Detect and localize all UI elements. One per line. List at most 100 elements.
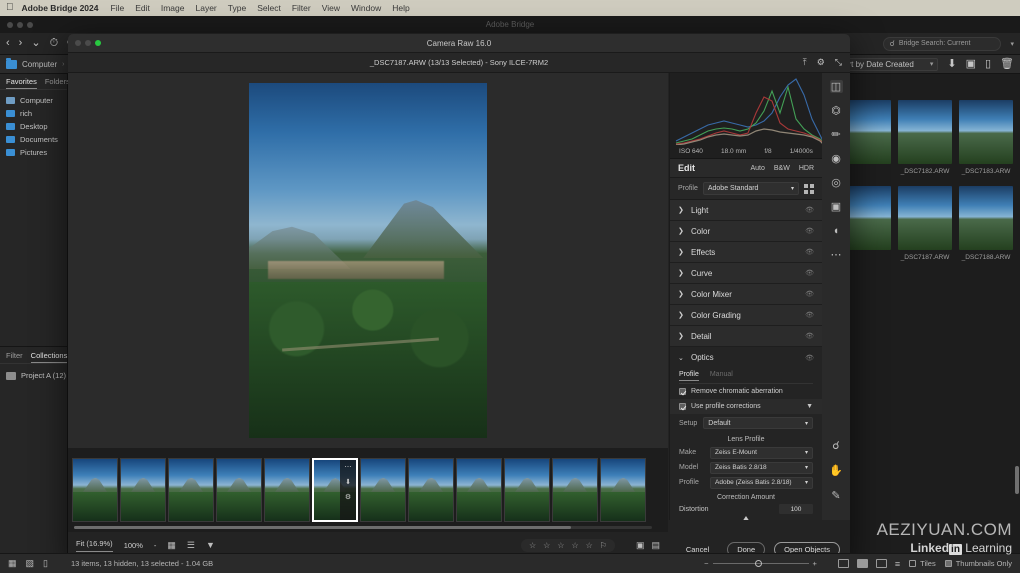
camera-import-icon[interactable]: ▣ <box>966 58 976 70</box>
filmstrip-toggle-icon[interactable]: ▦ <box>167 540 176 551</box>
publish-icon[interactable]: ▧ <box>26 558 35 569</box>
sort-icon[interactable]: ☰ <box>187 540 195 551</box>
grid-thumbnail[interactable]: _DSC7188.ARW <box>959 186 1013 261</box>
visibility-eye-icon[interactable]: 👁 <box>805 332 814 340</box>
image-canvas[interactable] <box>68 73 668 448</box>
rating-stars[interactable]: ☆ ☆ ☆ ☆ ☆ ⚐ <box>520 538 615 552</box>
zoom-100-label[interactable]: 100% <box>124 541 143 550</box>
menu-window[interactable]: Window <box>351 3 381 13</box>
grid-thumbnail[interactable]: _DSC7183.ARW <box>959 100 1013 175</box>
compare-view-icon[interactable]: ▤ <box>651 540 660 551</box>
section-effects[interactable]: ❯ Effects 👁 <box>670 242 822 263</box>
bw-button[interactable]: B&W <box>774 165 790 172</box>
visibility-eye-icon[interactable]: 👁 <box>805 248 814 256</box>
snapshots-icon[interactable]: ◖ <box>830 224 843 237</box>
save-badge-icon[interactable]: ⬇ <box>345 478 351 486</box>
thumbnails-only-checkbox-group[interactable]: Thumbnails Only <box>944 559 1012 568</box>
menu-type[interactable]: Type <box>228 3 246 13</box>
distortion-slider[interactable] <box>679 516 813 520</box>
grid-view-icon[interactable] <box>837 559 849 568</box>
flag-icon[interactable]: ⚐ <box>600 541 607 550</box>
section-color[interactable]: ❯ Color 👁 <box>670 221 822 242</box>
menu-file[interactable]: File <box>111 3 125 13</box>
chevron-down-icon[interactable]: ⌄ <box>31 38 40 49</box>
filmstrip-item[interactable] <box>168 458 214 522</box>
download-icon[interactable]: ⬇ <box>947 58 956 70</box>
tab-folders[interactable]: Folders <box>45 77 70 86</box>
filmstrip-scrollbar[interactable] <box>74 526 652 529</box>
recent-clock-icon[interactable]: ⏱ <box>50 38 59 49</box>
heal-icon[interactable]: ✏ <box>830 128 843 141</box>
star-2-icon[interactable]: ☆ <box>543 541 550 550</box>
filmstrip-item-selected[interactable]: ⋯ ⬇ ⚙ <box>312 458 358 522</box>
masking-icon[interactable]: ◉ <box>830 152 843 165</box>
filter-funnel-icon[interactable]: ▼ <box>806 403 813 410</box>
hdr-button[interactable]: HDR <box>799 165 814 172</box>
filmstrip-item[interactable] <box>216 458 262 522</box>
star-5-icon[interactable]: ☆ <box>586 541 593 550</box>
grid-thumbnail[interactable]: _DSC7187.ARW <box>898 186 952 261</box>
fullscreen-icon[interactable]: ⤡ <box>835 57 842 68</box>
zoom-fit-label[interactable]: Fit (16.9%) <box>76 539 113 552</box>
section-optics[interactable]: ⌄ Optics 👁 <box>670 347 822 368</box>
new-folder-icon[interactable]: ▯ <box>985 58 991 70</box>
menu-select[interactable]: Select <box>257 3 281 13</box>
star-4-icon[interactable]: ☆ <box>571 541 578 550</box>
back-arrow-icon[interactable]: ‹ <box>6 38 10 49</box>
visibility-eye-icon[interactable]: 👁 <box>805 311 814 319</box>
zoom-in-label[interactable]: + <box>813 559 817 568</box>
filmstrip-item[interactable] <box>456 458 502 522</box>
presets-icon[interactable]: ▣ <box>830 200 843 213</box>
filmstrip-item[interactable] <box>120 458 166 522</box>
menu-app-name[interactable]: Adobe Bridge 2024 <box>22 3 99 13</box>
tiles-checkbox[interactable] <box>909 560 917 567</box>
section-color-grading[interactable]: ❯ Color Grading 👁 <box>670 305 822 326</box>
favorite-item-computer[interactable]: Computer <box>6 94 67 107</box>
section-curve[interactable]: ❯ Curve 👁 <box>670 263 822 284</box>
tab-favorites[interactable]: Favorites <box>6 74 37 89</box>
breadcrumb-root[interactable]: Computer <box>22 60 57 69</box>
star-3-icon[interactable]: ☆ <box>557 541 564 550</box>
chromatic-aberration-checkbox[interactable] <box>679 388 686 395</box>
lens-profile-dropdown[interactable]: Adobe (Zeiss Batis 2.8/18) ▾ <box>710 476 813 489</box>
panel-toggle-icon[interactable]: ▯ <box>43 558 48 569</box>
hand-icon[interactable]: ✋ <box>829 464 843 477</box>
single-view-icon[interactable]: ▣ <box>636 540 645 551</box>
thumbnails-only-checkbox[interactable] <box>944 560 952 567</box>
details-view-icon[interactable] <box>875 559 887 568</box>
profile-corrections-row[interactable]: Use profile corrections ▼ <box>670 399 822 414</box>
visibility-eye-icon[interactable]: 👁 <box>805 206 814 214</box>
zoom-out-label[interactable]: − <box>704 559 708 568</box>
export-icon[interactable]: ⤒ <box>803 57 807 68</box>
apple-logo-icon[interactable]:  <box>6 3 14 13</box>
section-light[interactable]: ❯ Light 👁 <box>670 200 822 221</box>
menu-layer[interactable]: Layer <box>195 3 216 13</box>
profile-dropdown[interactable]: Adobe Standard ▾ <box>702 182 799 195</box>
favorite-item-rich[interactable]: rich <box>6 107 67 120</box>
make-dropdown[interactable]: Zeiss E-Mount ▾ <box>710 446 813 459</box>
filmstrip-item[interactable] <box>72 458 118 522</box>
section-color-mixer[interactable]: ❯ Color Mixer 👁 <box>670 284 822 305</box>
visibility-eye-icon[interactable]: 👁 <box>805 269 814 277</box>
content-scrollbar[interactable] <box>1015 466 1019 494</box>
forward-arrow-icon[interactable]: › <box>19 38 23 49</box>
collection-item-project-a[interactable]: Project A (12) <box>0 369 67 382</box>
grid-thumbnail[interactable]: _DSC7182.ARW <box>898 100 952 175</box>
output-module-icon[interactable]: ▦ <box>8 558 17 569</box>
more-icon[interactable]: ⋯ <box>345 463 352 471</box>
tab-optics-profile[interactable]: Profile <box>679 371 699 381</box>
profile-corrections-checkbox[interactable] <box>679 403 686 410</box>
filmstrip-item[interactable] <box>504 458 550 522</box>
filmstrip-item[interactable] <box>408 458 454 522</box>
search-chevron-down-icon[interactable]: ▾ <box>1010 40 1014 48</box>
slider-track[interactable] <box>712 560 809 567</box>
visibility-eye-icon[interactable]: 👁 <box>805 290 814 298</box>
tab-optics-manual[interactable]: Manual <box>710 371 733 381</box>
thumbnail-view-icon[interactable] <box>856 559 868 568</box>
zoom-icon[interactable]: ☌ <box>830 439 843 452</box>
filmstrip-item[interactable] <box>600 458 646 522</box>
menu-help[interactable]: Help <box>392 3 409 13</box>
slider-handle[interactable] <box>754 560 762 567</box>
chromatic-aberration-row[interactable]: Remove chromatic aberration <box>670 384 822 399</box>
tab-filter[interactable]: Filter <box>6 351 23 360</box>
